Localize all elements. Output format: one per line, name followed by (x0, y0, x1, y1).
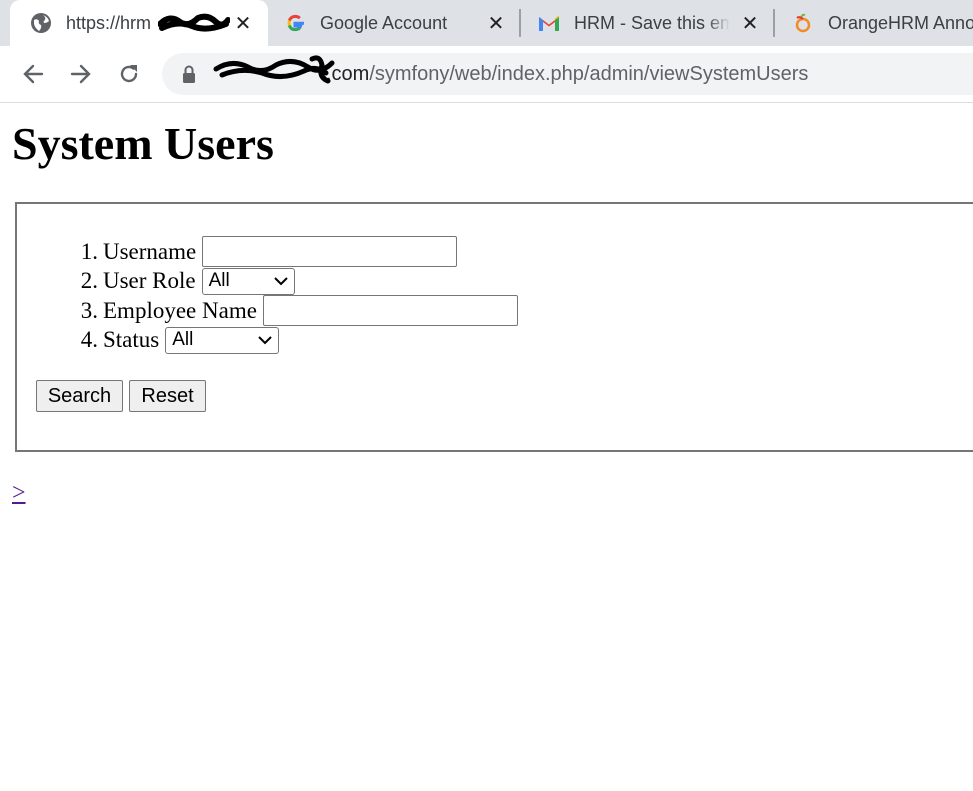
gmail-icon (538, 12, 560, 34)
field-label: User Role (103, 268, 196, 294)
tab-title: OrangeHRM Anno (828, 12, 973, 33)
tab-hrm-gmail[interactable]: HRM - Save this em ✕ (522, 0, 774, 46)
list-item-user-role: 2. User Role All (72, 267, 518, 297)
lock-icon (183, 65, 195, 83)
tab-orangehrm[interactable]: OrangeHRM Anno (776, 0, 973, 46)
tab-separator (519, 9, 521, 37)
redaction-scribble (213, 54, 335, 83)
user-role-select[interactable]: All (201, 267, 295, 295)
tab-title: HRM - Save this em (574, 12, 730, 33)
search-form: 1. Username 2. User Role All 3. Employee… (15, 202, 973, 452)
forward-arrow-icon[interactable] (66, 59, 96, 89)
username-input[interactable] (202, 236, 458, 268)
address-bar[interactable]: .com/symfony/web/index.php/admin/viewSys… (162, 53, 973, 95)
tab-close-icon[interactable]: ✕ (739, 12, 761, 35)
orangehrm-icon (792, 12, 814, 34)
tab-title: https://hrm (66, 12, 152, 33)
list-item-status: 4. Status All (72, 326, 518, 356)
next-page-link[interactable]: > (12, 480, 26, 507)
search-button[interactable]: Search (36, 380, 123, 412)
globe-icon (30, 12, 52, 34)
field-list: 1. Username 2. User Role All 3. Employee… (72, 236, 518, 356)
page-content: System Users 1. Username 2. User Role Al… (0, 103, 973, 791)
chevron-down-icon (273, 277, 288, 286)
url-text: .com/symfony/web/index.php/admin/viewSys… (212, 54, 809, 86)
chevron-down-icon (258, 336, 272, 345)
tab-title: Google Account (320, 12, 448, 33)
browser-toolbar: .com/symfony/web/index.php/admin/viewSys… (0, 46, 973, 103)
list-item-employee-name: 3. Employee Name (72, 295, 518, 327)
tab-google-account[interactable]: Google Account ✕ (268, 0, 520, 46)
employee-name-input[interactable] (262, 295, 518, 327)
list-number: 2. (80, 268, 98, 294)
tab-strip: https://hrm ✕ Google Account ✕ HRM - Sav… (0, 0, 973, 46)
field-label: Status (103, 327, 160, 353)
url-host: .com (326, 62, 370, 85)
select-value: All (208, 270, 230, 292)
reload-icon[interactable] (114, 59, 144, 89)
reset-button[interactable]: Reset (129, 380, 206, 412)
url-path: /symfony/web/index.php/admin/viewSystemU… (369, 62, 809, 85)
field-label: Username (103, 238, 197, 264)
field-label: Employee Name (103, 297, 257, 323)
select-value: All (172, 329, 194, 351)
page-title: System Users (12, 118, 274, 169)
redaction-scribble (158, 13, 230, 32)
back-arrow-icon[interactable] (18, 59, 48, 89)
tab-close-icon[interactable]: ✕ (232, 12, 254, 35)
list-number: 3. (80, 297, 98, 323)
status-select[interactable]: All (165, 326, 280, 354)
list-number: 4. (80, 327, 98, 353)
list-number: 1. (80, 238, 98, 264)
tab-hrm[interactable]: https://hrm ✕ (10, 0, 268, 46)
tab-separator (773, 9, 775, 37)
tab-close-icon[interactable]: ✕ (485, 12, 507, 35)
list-item-username: 1. Username (72, 236, 518, 268)
google-g-icon (284, 12, 306, 34)
